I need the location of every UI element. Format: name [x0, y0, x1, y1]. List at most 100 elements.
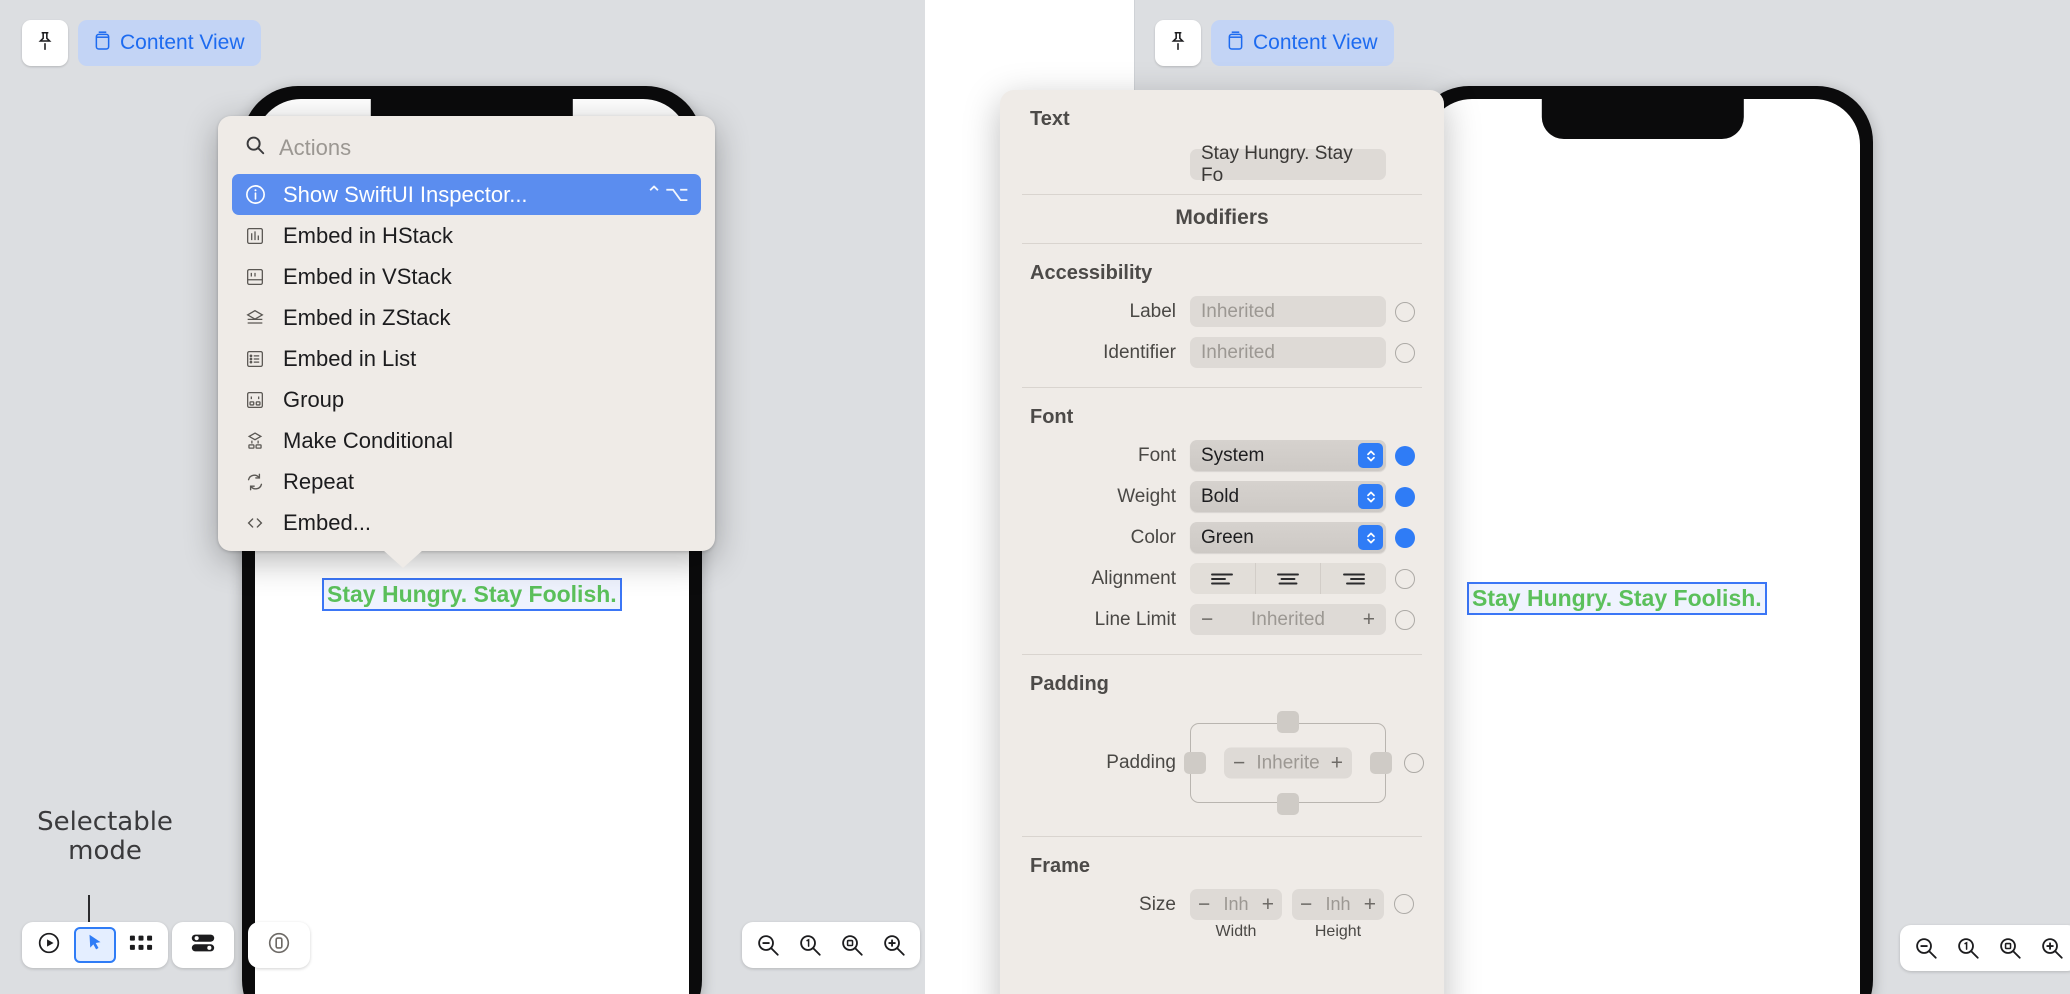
frame-width-caption: Width [1215, 923, 1257, 940]
row-label: Color [1130, 526, 1176, 548]
line-limit-increment[interactable]: + [1363, 608, 1375, 632]
content-view-chip[interactable]: Content View [78, 20, 261, 66]
padding-bottom-handle[interactable] [1277, 793, 1299, 815]
device-orientation-button[interactable] [258, 927, 300, 963]
padding-top-handle[interactable] [1277, 711, 1299, 733]
font-color-indicator[interactable] [1395, 527, 1415, 548]
frame-width-increment[interactable]: + [1262, 893, 1274, 917]
menu-item-group[interactable]: Group [232, 379, 701, 420]
selectable-mode-annotation: Selectable mode [10, 808, 200, 865]
menu-item-embed[interactable]: Embed... [232, 502, 701, 543]
text-alignment-row: Alignment [1000, 558, 1444, 599]
embed-icon [242, 512, 268, 534]
accessibility-label-indicator[interactable] [1395, 301, 1415, 322]
font-weight-indicator[interactable] [1395, 486, 1415, 507]
zoom-in-button[interactable] [2036, 932, 2068, 964]
frame-size-row: Size − Inh + Width − Inh + Height [1000, 884, 1444, 946]
pin-preview-button[interactable] [1155, 20, 1201, 66]
zoom-out-button[interactable] [1910, 932, 1942, 964]
padding-leading-handle[interactable] [1184, 752, 1206, 774]
menu-item-embed-in-zstack[interactable]: Embed in ZStack [232, 297, 701, 338]
row-label: Size [1139, 894, 1176, 915]
frame-width-decrement[interactable]: − [1198, 893, 1210, 917]
frame-size-indicator[interactable] [1394, 894, 1414, 914]
align-center-button[interactable] [1254, 563, 1321, 594]
group-icon [242, 389, 268, 411]
row-label: Font [1137, 444, 1176, 466]
menu-item-embed-in-list[interactable]: Embed in List [232, 338, 701, 379]
device-settings-button[interactable] [182, 927, 224, 963]
repeat-icon [242, 471, 268, 493]
device-notch [1541, 99, 1745, 139]
make-conditional-icon [242, 430, 268, 452]
frame-width-stepper[interactable]: − Inh + [1190, 889, 1282, 920]
cursor-arrow-icon [84, 932, 106, 959]
font-weight-select[interactable]: Bold [1190, 481, 1386, 512]
line-limit-indicator[interactable] [1395, 609, 1415, 630]
zoom-out-button[interactable] [752, 929, 784, 961]
left-toolbar: Content View [22, 20, 261, 66]
device-frame-icon [266, 930, 292, 961]
frame-height-caption: Height [1314, 923, 1362, 940]
padding-stepper[interactable]: − Inherite + [1224, 747, 1352, 779]
zoom-actual-size-button[interactable] [794, 929, 826, 961]
zoom-to-fit-button[interactable] [836, 929, 868, 961]
menu-item-show-swiftui-inspector[interactable]: Show SwiftUI Inspector... ⌃⌥ [232, 174, 701, 215]
left-preview-panel: Content View Stay Hungry. Stay Foolish. … [0, 0, 925, 994]
annotation-line-2: mode [68, 835, 142, 866]
menu-item-embed-in-hstack[interactable]: Embed in HStack [232, 215, 701, 256]
actions-search-row[interactable]: Actions [218, 125, 715, 174]
padding-decrement[interactable]: − [1233, 751, 1245, 775]
text-alignment-indicator[interactable] [1395, 568, 1415, 589]
inspector-frame-title: Frame [1030, 855, 1091, 877]
padding-trailing-handle[interactable] [1370, 752, 1392, 774]
pin-preview-button[interactable] [22, 20, 68, 66]
align-left-button[interactable] [1190, 563, 1255, 594]
content-view-chip[interactable]: Content View [1211, 20, 1394, 66]
inspector-modifiers-title: Modifiers [1175, 206, 1269, 229]
menu-item-make-conditional[interactable]: Make Conditional [232, 420, 701, 461]
selected-text-element[interactable]: Stay Hungry. Stay Foolish. [322, 578, 622, 612]
text-value-field[interactable]: Stay Hungry. Stay Fo [1190, 143, 1386, 186]
frame-size-controls: − Inh + Width − Inh + Height [1190, 889, 1414, 941]
accessibility-identifier-input[interactable]: Inherited [1190, 337, 1386, 368]
variants-button[interactable] [120, 927, 162, 963]
font-color-select[interactable]: Green [1190, 522, 1386, 553]
font-weight-value: Bold [1201, 485, 1240, 507]
font-family-select[interactable]: System [1190, 440, 1386, 471]
pin-icon [34, 30, 56, 57]
inspector-accessibility-title: Accessibility [1030, 262, 1153, 284]
menu-item-label: Embed in HStack [283, 222, 453, 248]
menu-item-embed-in-vstack[interactable]: Embed in VStack [232, 256, 701, 297]
align-right-button[interactable] [1320, 563, 1386, 594]
row-label: Identifier [1103, 341, 1176, 363]
search-icon [244, 134, 266, 161]
chevron-updown-icon [1358, 525, 1383, 550]
embed-zstack-icon [242, 307, 268, 329]
line-limit-stepper[interactable]: − Inherited + [1190, 604, 1386, 635]
accessibility-label-input[interactable]: Inherited [1190, 296, 1386, 327]
line-limit-value: Inherited [1251, 608, 1325, 630]
padding-row: Padding − Inherite + [1000, 702, 1444, 824]
frame-height-decrement[interactable]: − [1300, 893, 1312, 917]
selectable-mode-button[interactable] [74, 927, 116, 963]
font-family-indicator[interactable] [1395, 445, 1415, 466]
zoom-to-fit-button[interactable] [1994, 932, 2026, 964]
accessibility-identifier-indicator[interactable] [1395, 342, 1415, 363]
font-color-value: Green [1201, 526, 1254, 548]
text-alignment-segmented-control [1190, 563, 1386, 594]
selected-text-element[interactable]: Stay Hungry. Stay Foolish. [1467, 582, 1767, 616]
zoom-actual-size-button[interactable] [1952, 932, 1984, 964]
live-preview-button[interactable] [28, 927, 70, 963]
actions-popover: Actions Show SwiftUI Inspector... ⌃⌥ Emb… [218, 116, 715, 568]
menu-item-label: Make Conditional [283, 427, 453, 453]
menu-item-repeat[interactable]: Repeat [232, 461, 701, 502]
frame-height-increment[interactable]: + [1364, 893, 1376, 917]
frame-height-stepper[interactable]: − Inh + [1292, 889, 1384, 920]
padding-indicator[interactable] [1404, 753, 1424, 773]
font-weight-row: Weight Bold [1000, 476, 1444, 517]
zoom-in-button[interactable] [878, 929, 910, 961]
padding-increment[interactable]: + [1331, 751, 1343, 775]
font-color-row: Color Green [1000, 517, 1444, 558]
line-limit-decrement[interactable]: − [1201, 608, 1213, 632]
